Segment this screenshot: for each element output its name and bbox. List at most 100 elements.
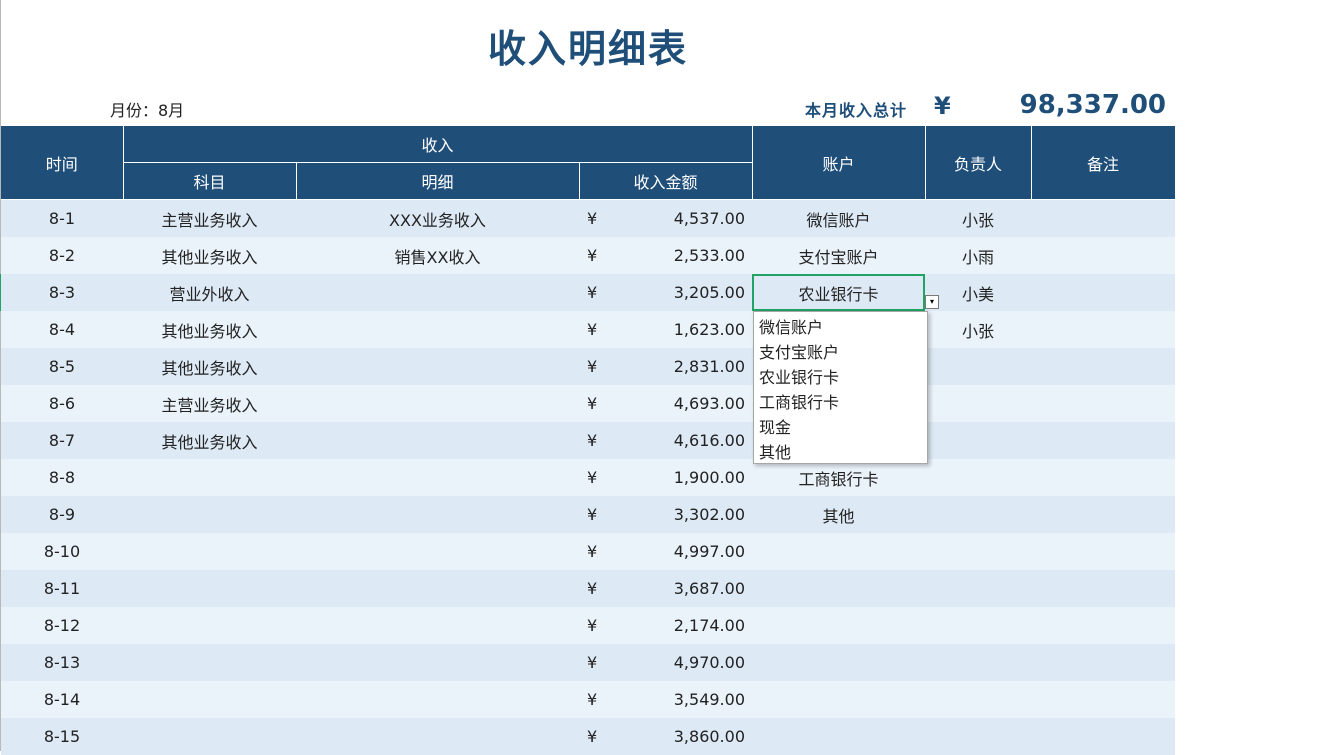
subject-cell[interactable]: [123, 570, 296, 607]
detail-cell[interactable]: [296, 459, 579, 496]
amount-cell[interactable]: ¥2,831.00: [579, 348, 752, 385]
detail-cell[interactable]: [296, 644, 579, 681]
subject-cell[interactable]: [123, 607, 296, 644]
header-amount[interactable]: 收入金额: [579, 163, 752, 200]
detail-cell[interactable]: [296, 681, 579, 718]
owner-cell[interactable]: 小雨: [925, 237, 1031, 274]
dropdown-option[interactable]: 微信账户: [754, 315, 927, 340]
subject-cell[interactable]: 其他业务收入: [123, 422, 296, 459]
subject-cell[interactable]: 其他业务收入: [123, 237, 296, 274]
amount-cell[interactable]: ¥3,302.00: [579, 496, 752, 533]
subject-cell[interactable]: [123, 459, 296, 496]
subject-cell[interactable]: 主营业务收入: [123, 385, 296, 422]
owner-cell[interactable]: [925, 607, 1031, 644]
note-cell[interactable]: [1031, 533, 1175, 570]
subject-cell[interactable]: [123, 718, 296, 755]
header-detail[interactable]: 明细: [296, 163, 579, 200]
time-cell[interactable]: 8-15: [1, 718, 123, 755]
note-cell[interactable]: [1031, 311, 1175, 348]
owner-cell[interactable]: [925, 681, 1031, 718]
note-cell[interactable]: [1031, 644, 1175, 681]
time-cell[interactable]: 8-10: [1, 533, 123, 570]
detail-cell[interactable]: 销售XX收入: [296, 237, 579, 274]
dropdown-option[interactable]: 支付宝账户: [754, 340, 927, 365]
amount-cell[interactable]: ¥4,616.00: [579, 422, 752, 459]
time-cell[interactable]: 8-11: [1, 570, 123, 607]
note-cell[interactable]: [1031, 348, 1175, 385]
owner-cell[interactable]: [925, 570, 1031, 607]
subject-cell[interactable]: 其他业务收入: [123, 311, 296, 348]
time-cell[interactable]: 8-4: [1, 311, 123, 348]
subject-cell[interactable]: [123, 533, 296, 570]
amount-cell[interactable]: ¥4,997.00: [579, 533, 752, 570]
owner-cell[interactable]: [925, 644, 1031, 681]
owner-cell[interactable]: [925, 459, 1031, 496]
account-cell[interactable]: 农业银行卡: [752, 274, 925, 311]
detail-cell[interactable]: [296, 533, 579, 570]
note-cell[interactable]: [1031, 385, 1175, 422]
time-cell[interactable]: 8-1: [1, 200, 123, 238]
account-cell[interactable]: [752, 607, 925, 644]
amount-cell[interactable]: ¥1,900.00: [579, 459, 752, 496]
detail-cell[interactable]: [296, 385, 579, 422]
amount-cell[interactable]: ¥1,623.00: [579, 311, 752, 348]
amount-cell[interactable]: ¥3,860.00: [579, 718, 752, 755]
time-cell[interactable]: 8-9: [1, 496, 123, 533]
dropdown-option[interactable]: 农业银行卡: [754, 365, 927, 390]
time-cell[interactable]: 8-6: [1, 385, 123, 422]
header-time[interactable]: 时间: [1, 126, 123, 200]
time-cell[interactable]: 8-5: [1, 348, 123, 385]
subject-cell[interactable]: [123, 496, 296, 533]
dropdown-option[interactable]: 现金: [754, 415, 927, 440]
note-cell[interactable]: [1031, 237, 1175, 274]
time-cell[interactable]: 8-14: [1, 681, 123, 718]
time-cell[interactable]: 8-12: [1, 607, 123, 644]
header-note[interactable]: 备注: [1031, 126, 1175, 200]
note-cell[interactable]: [1031, 570, 1175, 607]
amount-cell[interactable]: ¥3,549.00: [579, 681, 752, 718]
account-cell[interactable]: 支付宝账户: [752, 237, 925, 274]
owner-cell[interactable]: [925, 718, 1031, 755]
owner-cell[interactable]: [925, 533, 1031, 570]
account-cell[interactable]: [752, 644, 925, 681]
amount-cell[interactable]: ¥4,537.00: [579, 200, 752, 238]
detail-cell[interactable]: [296, 718, 579, 755]
account-cell[interactable]: 其他: [752, 496, 925, 533]
owner-cell[interactable]: 小美: [925, 274, 1031, 311]
detail-cell[interactable]: [296, 570, 579, 607]
note-cell[interactable]: [1031, 496, 1175, 533]
account-cell[interactable]: [752, 681, 925, 718]
note-cell[interactable]: [1031, 459, 1175, 496]
detail-cell[interactable]: [296, 422, 579, 459]
amount-cell[interactable]: ¥3,687.00: [579, 570, 752, 607]
subject-cell[interactable]: [123, 681, 296, 718]
dropdown-arrow-icon[interactable]: ▾: [925, 295, 939, 309]
account-cell[interactable]: [752, 570, 925, 607]
time-cell[interactable]: 8-13: [1, 644, 123, 681]
note-cell[interactable]: [1031, 681, 1175, 718]
detail-cell[interactable]: [296, 607, 579, 644]
owner-cell[interactable]: [925, 422, 1031, 459]
note-cell[interactable]: [1031, 718, 1175, 755]
time-cell[interactable]: 8-8: [1, 459, 123, 496]
subject-cell[interactable]: 其他业务收入: [123, 348, 296, 385]
note-cell[interactable]: [1031, 200, 1175, 238]
amount-cell[interactable]: ¥4,970.00: [579, 644, 752, 681]
detail-cell[interactable]: [296, 274, 579, 311]
amount-cell[interactable]: ¥2,533.00: [579, 237, 752, 274]
account-cell[interactable]: [752, 718, 925, 755]
time-cell[interactable]: 8-7: [1, 422, 123, 459]
detail-cell[interactable]: [296, 311, 579, 348]
owner-cell[interactable]: 小张: [925, 311, 1031, 348]
amount-cell[interactable]: ¥3,205.00: [579, 274, 752, 311]
dropdown-option[interactable]: 工商银行卡: [754, 390, 927, 415]
header-account[interactable]: 账户: [752, 126, 925, 200]
header-income[interactable]: 收入: [123, 126, 752, 163]
account-cell[interactable]: 微信账户: [752, 200, 925, 238]
subject-cell[interactable]: 营业外收入: [123, 274, 296, 311]
owner-cell[interactable]: [925, 496, 1031, 533]
subject-cell[interactable]: [123, 644, 296, 681]
header-subject[interactable]: 科目: [123, 163, 296, 200]
owner-cell[interactable]: [925, 348, 1031, 385]
account-cell[interactable]: [752, 533, 925, 570]
